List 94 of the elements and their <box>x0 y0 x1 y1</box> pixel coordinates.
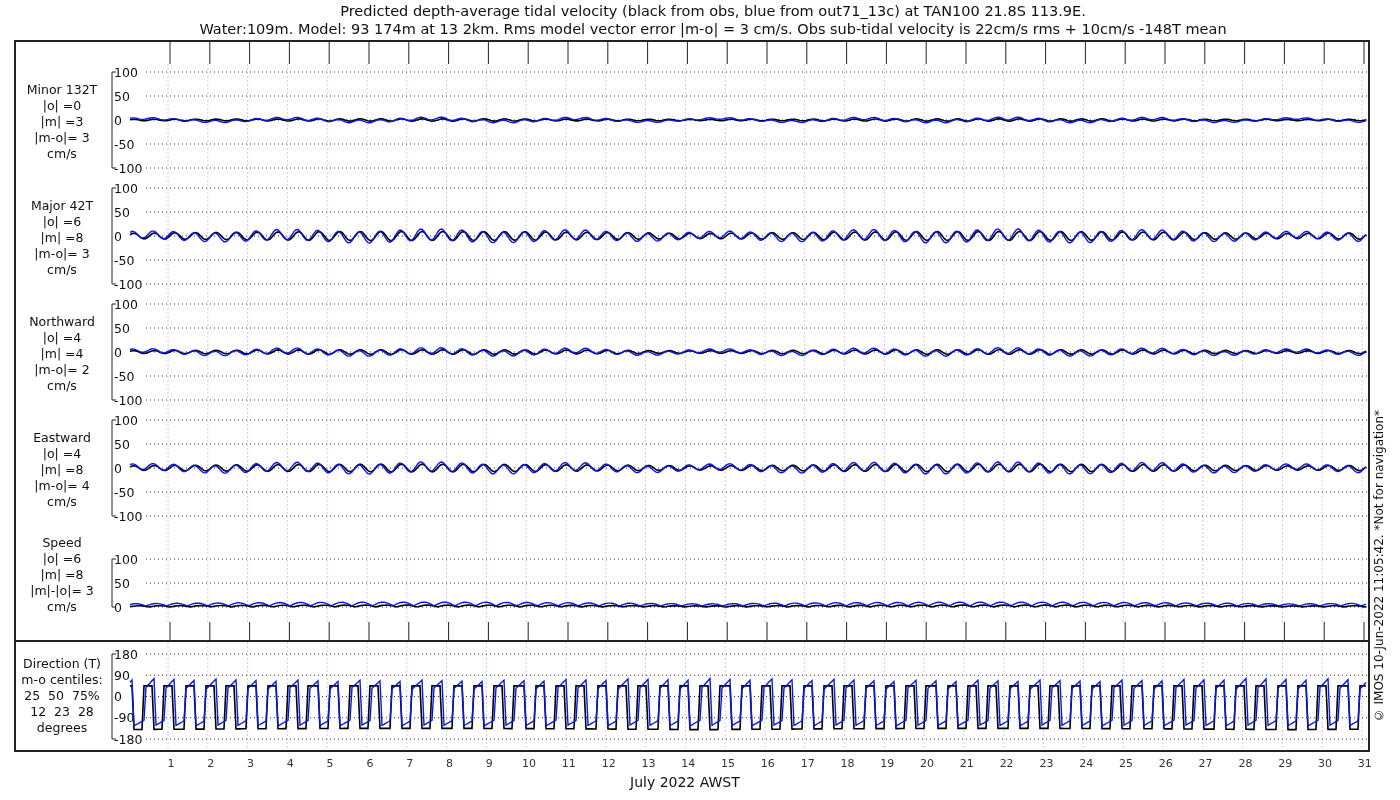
panel-caption: |o| =4 <box>42 330 82 346</box>
tick-label: 15 <box>720 756 737 770</box>
tick-label: 50 <box>114 320 130 336</box>
tick-label: 100 <box>114 180 138 196</box>
tick-label: 50 <box>114 88 130 104</box>
tick-label: 12 <box>600 756 617 770</box>
panel-caption: Major 42T <box>30 198 94 214</box>
tick-label: 0 <box>114 344 122 360</box>
tick-label: -50 <box>114 252 135 268</box>
tick-label: 4 <box>285 756 295 770</box>
tick-label: 11 <box>560 756 577 770</box>
tick-label: 3 <box>246 756 255 770</box>
panel-caption: |m| =8 <box>40 567 84 583</box>
axis-title: July 2022 AWST <box>630 774 740 790</box>
tick-label: 100 <box>114 551 138 567</box>
tick-label: 23 <box>1038 756 1055 770</box>
tick-label: 16 <box>759 756 776 770</box>
tick-label: 20 <box>919 756 936 770</box>
tick-label: 50 <box>114 204 130 220</box>
panel-caption: m-o centiles: <box>21 672 103 688</box>
panel-caption: Speed <box>42 535 82 551</box>
tick-label: 14 <box>680 756 697 770</box>
tick-label: 31 <box>1356 756 1373 770</box>
tick-label: 24 <box>1078 756 1095 770</box>
tick-label: 5 <box>325 756 335 770</box>
tick-label: 8 <box>444 756 454 770</box>
tick-label: 13 <box>640 756 657 770</box>
panel-caption: |m-o|= 3 <box>34 246 90 262</box>
tick-label: 22 <box>998 756 1015 770</box>
tick-label: 1 <box>166 756 176 770</box>
chart-title: Water:109m. Model: 93 174m at 13 2km. Rms model vector error |m-o| = 3 cm/s. Obs sub-tidal velocity is 22cm/s rms + 10cm/s -148T mean <box>199 20 1227 38</box>
panel-caption: Eastward <box>33 430 91 446</box>
panel-caption: Northward <box>29 314 95 330</box>
panel-caption: |m|-|o|= 3 <box>30 583 94 599</box>
panel-caption: |o| =0 <box>42 98 82 114</box>
tick-label: 0 <box>114 228 122 244</box>
tick-label: 27 <box>1197 756 1214 770</box>
tick-label: 0 <box>114 112 122 128</box>
tick-label: 100 <box>114 412 138 428</box>
tick-label: 30 <box>1317 756 1333 770</box>
panel-caption: cm/s <box>47 494 77 510</box>
tick-label: 50 <box>114 575 130 591</box>
panel-caption: |o| =4 <box>42 446 82 462</box>
credit-note: © IMOS 10-Jun-2022 11:05:42. *Not for navigation* <box>1372 410 1386 723</box>
tick-label: 17 <box>799 756 816 770</box>
tick-label: -100 <box>114 160 143 176</box>
tick-label: -100 <box>114 508 143 524</box>
panel-caption: |m| =3 <box>40 114 84 130</box>
panel-caption: |o| =6 <box>42 214 82 230</box>
panel-caption: |m-o|= 3 <box>34 130 90 146</box>
tick-label: 90 <box>114 667 130 683</box>
panel-caption: |m| =4 <box>40 346 84 362</box>
tick-label: 10 <box>521 756 538 770</box>
tick-label: 0 <box>114 460 122 476</box>
tick-label: 21 <box>958 756 975 770</box>
panel-caption: |m| =8 <box>40 462 84 478</box>
tick-label: 6 <box>365 756 375 770</box>
tick-label: 2 <box>206 756 216 770</box>
tick-label: 9 <box>484 756 494 770</box>
tick-label: 0 <box>114 689 122 704</box>
tick-label: 100 <box>114 296 138 312</box>
tick-label: 18 <box>839 756 856 770</box>
tick-label: 19 <box>879 756 896 770</box>
tick-label: 100 <box>114 64 138 80</box>
tick-label: 29 <box>1277 756 1294 770</box>
tick-label: -100 <box>114 392 143 408</box>
tick-label: 180 <box>114 646 138 662</box>
tick-label: -90 <box>114 710 135 726</box>
tick-label: -50 <box>114 484 135 500</box>
tick-label: -100 <box>114 276 143 292</box>
tick-label: -50 <box>114 136 135 152</box>
panel-caption: 25 50 75% <box>24 688 100 704</box>
panel-caption: cm/s <box>47 599 77 615</box>
tick-label: 25 <box>1118 756 1134 770</box>
panel-caption: cm/s <box>47 262 77 278</box>
tick-label: 0 <box>114 599 122 615</box>
panel-caption: degrees <box>36 720 88 736</box>
panel-caption: |m-o|= 4 <box>34 478 90 494</box>
tick-label: -180 <box>114 731 143 747</box>
y-axis <box>111 558 117 608</box>
tick-label: 50 <box>114 436 130 452</box>
panel-caption: |o| =6 <box>42 551 82 567</box>
tick-label: -50 <box>114 368 135 384</box>
panel-caption: cm/s <box>47 146 77 162</box>
panel-caption: |m| =8 <box>40 230 84 246</box>
panel-caption: cm/s <box>47 378 77 394</box>
tick-label: 28 <box>1237 756 1254 770</box>
panel-caption: Minor 132T <box>26 82 98 98</box>
chart-title: Predicted depth-average tidal velocity (black from obs, blue from out71_13c) at TAN100 21.8S 113.9E. <box>340 2 1086 20</box>
panel-caption: |m-o|= 2 <box>34 362 90 378</box>
tick-label: 26 <box>1157 756 1174 770</box>
tick-label: 7 <box>405 756 415 770</box>
panel-caption: Direction (T) <box>23 656 101 672</box>
panel-caption: 12 23 28 <box>30 704 94 720</box>
